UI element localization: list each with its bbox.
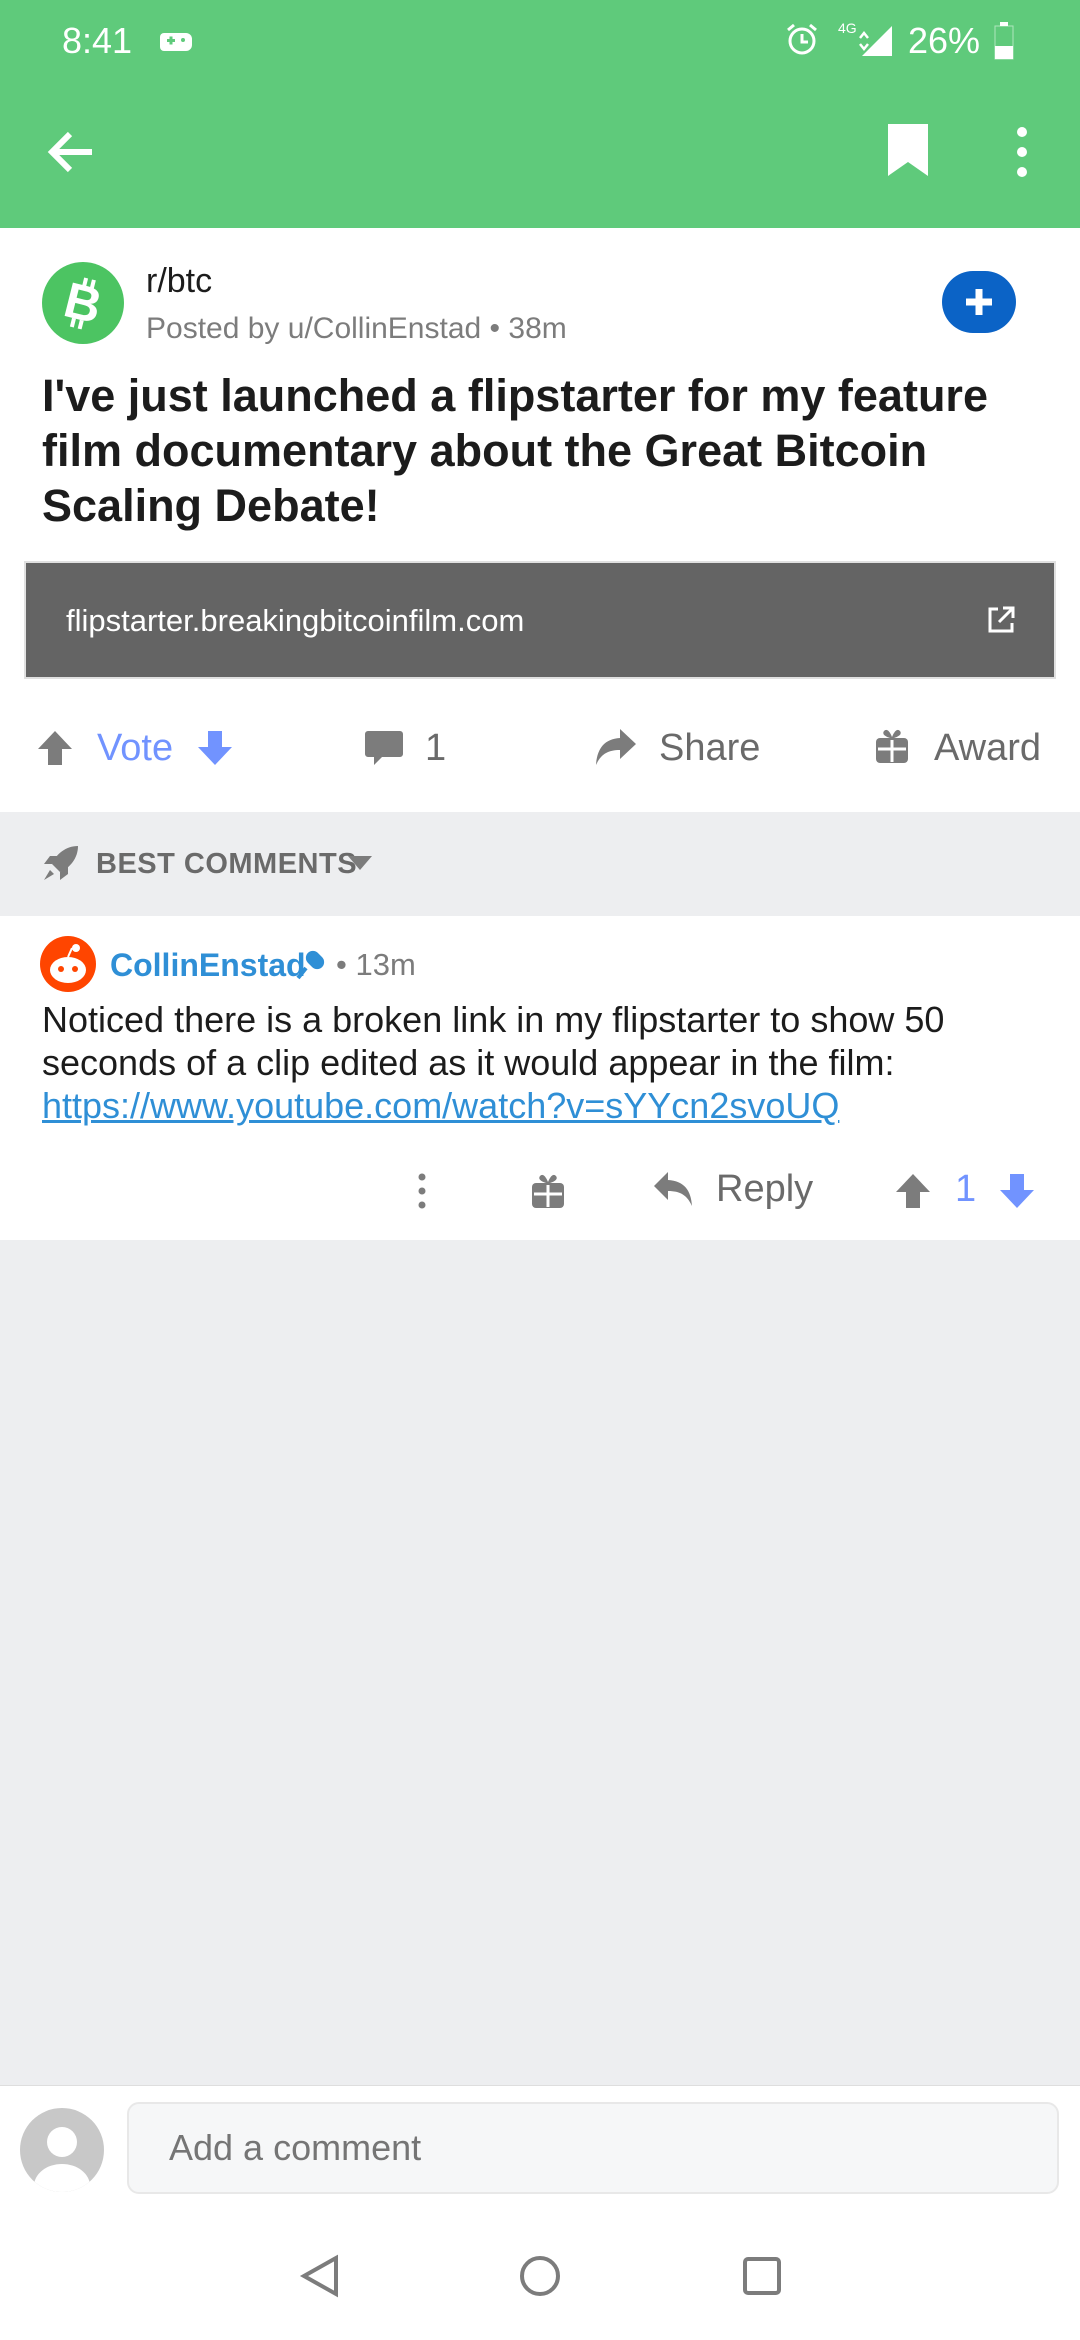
post-meta: Posted by u/CollinEnstad • 38m <box>146 312 567 345</box>
post-author[interactable]: Posted by u/CollinEnstad <box>146 312 481 345</box>
status-bar: 8:41 4G 26% <box>0 0 1080 80</box>
comment-more-icon[interactable] <box>414 1172 430 1215</box>
comment-age: 13m <box>355 947 416 982</box>
comment-icon[interactable] <box>364 729 404 772</box>
comment-link[interactable]: https://www.youtube.com/watch?v=sYYcn2sv… <box>42 1085 839 1126</box>
comment-count[interactable]: 1 <box>425 727 446 770</box>
post-age: 38m <box>508 312 567 345</box>
comment: CollinEnstad • 13m Noticed there is a br… <box>0 916 1080 1240</box>
reply-icon[interactable] <box>652 1170 694 1213</box>
commenter-avatar[interactable] <box>40 936 96 992</box>
link-preview[interactable]: flipstarter.breakingbitcoinfilm.com <box>24 561 1056 679</box>
mic-badge-icon <box>296 948 332 987</box>
subreddit-avatar[interactable]: B <box>42 262 124 344</box>
link-preview-container: flipstarter.breakingbitcoinfilm.com <box>0 561 1080 685</box>
battery-icon <box>994 22 1014 69</box>
app-bar <box>0 80 1080 228</box>
more-options-icon[interactable] <box>1012 124 1032 180</box>
bookmark-icon[interactable] <box>886 122 930 178</box>
commenter-username[interactable]: CollinEnstad <box>110 947 306 984</box>
external-link-icon <box>986 605 1016 640</box>
comment-time: • 13m <box>336 947 416 982</box>
downvote-icon[interactable] <box>196 729 234 772</box>
network-type: 4G <box>838 20 857 36</box>
share-icon[interactable] <box>594 727 638 772</box>
nav-back-icon[interactable] <box>298 2254 340 2303</box>
comment-composer <box>0 2085 1080 2211</box>
reply-label[interactable]: Reply <box>716 1168 813 1211</box>
system-nav-bar <box>0 2210 1080 2340</box>
upvote-icon[interactable] <box>36 729 74 772</box>
comment-body: Noticed there is a broken link in my fli… <box>42 998 1052 1127</box>
svg-text:B: B <box>59 271 108 334</box>
comment-score: 1 <box>955 1168 977 1210</box>
comment-award-icon[interactable] <box>530 1172 566 1215</box>
award-label[interactable]: Award <box>934 727 1041 770</box>
subreddit-name[interactable]: r/btc <box>146 262 212 301</box>
user-avatar[interactable] <box>20 2108 104 2192</box>
comment-upvote-icon[interactable] <box>894 1172 932 1215</box>
rocket-icon <box>42 844 80 887</box>
signal-icon <box>858 24 894 67</box>
add-comment-input[interactable] <box>127 2102 1059 2194</box>
post-title: I've just launched a flipstarter for my … <box>42 370 988 531</box>
nav-home-icon[interactable] <box>518 2254 562 2303</box>
vote-label: Vote <box>97 727 174 769</box>
comment-downvote-icon[interactable] <box>998 1172 1036 1215</box>
join-subreddit-button[interactable] <box>942 271 1016 333</box>
game-controller-icon <box>160 24 196 66</box>
chevron-down-icon <box>348 856 372 875</box>
status-time: 8:41 <box>62 20 133 61</box>
battery-percent: 26% <box>908 20 981 61</box>
award-icon[interactable] <box>874 727 910 770</box>
nav-recents-icon[interactable] <box>742 2256 782 2301</box>
post-actions: Vote 1 Share Award <box>0 685 1080 812</box>
share-label[interactable]: Share <box>659 727 760 770</box>
back-arrow-icon[interactable] <box>44 124 100 180</box>
comment-sort-bar[interactable]: BEST COMMENTS <box>0 812 1080 916</box>
post-header: B r/btc Posted by u/CollinEnstad • 38m I… <box>0 228 1080 561</box>
sort-label[interactable]: BEST COMMENTS <box>96 848 357 881</box>
alarm-icon <box>784 22 820 67</box>
comment-text: Noticed there is a broken link in my fli… <box>42 999 945 1083</box>
link-url[interactable]: flipstarter.breakingbitcoinfilm.com <box>66 603 524 639</box>
